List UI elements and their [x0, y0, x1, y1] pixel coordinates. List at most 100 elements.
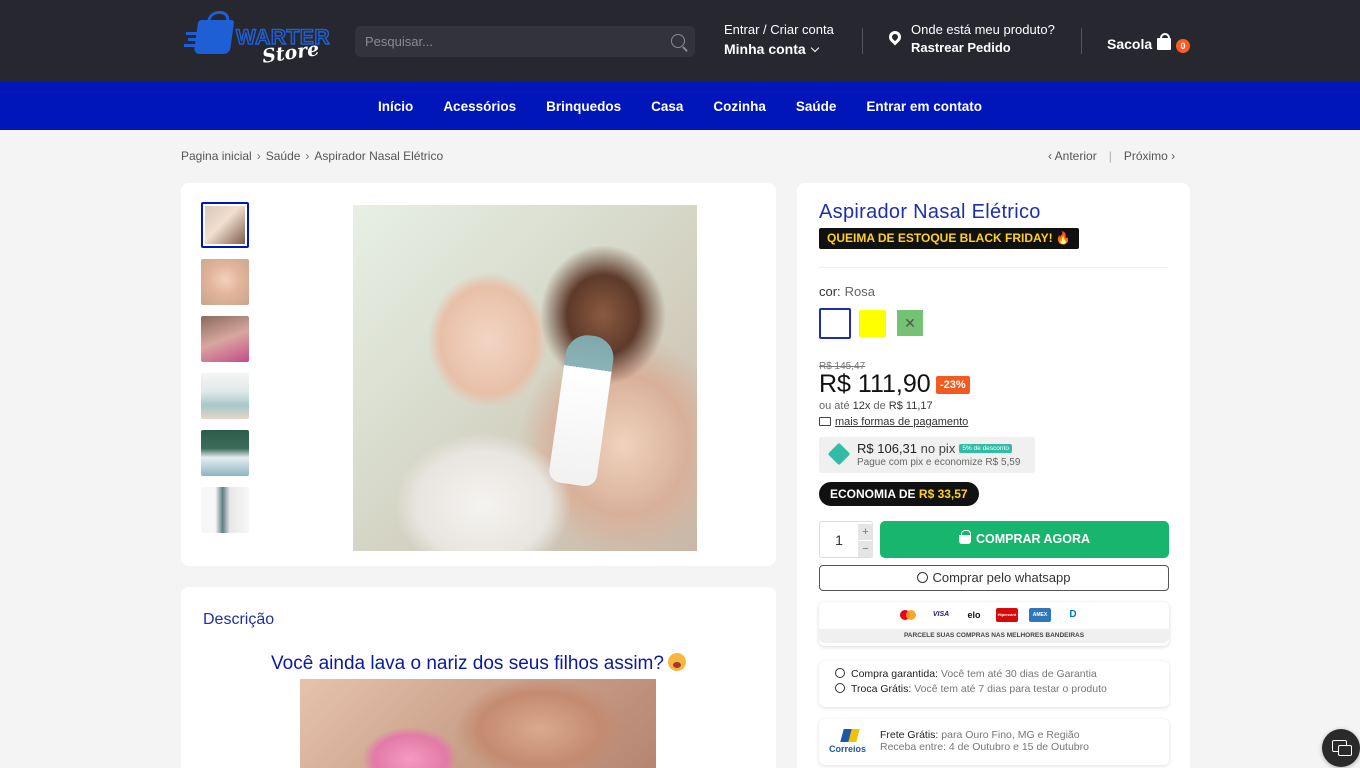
- pix-value: R$ 106,31: [857, 441, 917, 456]
- description-question: Você ainda lava o nariz dos seus filhos …: [181, 653, 776, 675]
- whatsapp-buy-button[interactable]: Comprar pelo whatsapp: [819, 565, 1169, 591]
- nav-item-1[interactable]: Acessórios: [443, 99, 516, 114]
- main-nav: Início Acessórios Brinquedos Casa Cozinha Saú…: [0, 82, 1360, 130]
- thumbnail-2[interactable]: [201, 259, 249, 305]
- more-payment-text: mais formas de pagamento: [835, 416, 969, 428]
- quantity-stepper: 1 + −: [819, 521, 873, 558]
- installments-count: 12x: [852, 400, 871, 412]
- thumbnail-6[interactable]: [201, 487, 249, 533]
- description-heading: Descrição: [203, 611, 275, 628]
- search-icon[interactable]: [671, 34, 685, 48]
- color-swatch-rosa[interactable]: [819, 308, 851, 339]
- shocked-face-icon: [667, 653, 686, 671]
- location-pin-icon: [886, 28, 904, 46]
- breadcrumb-category[interactable]: Saúde: [266, 149, 301, 163]
- breadcrumb-home[interactable]: Pagina inicial: [181, 149, 252, 163]
- nav-item-2[interactable]: Brinquedos: [546, 99, 621, 114]
- divider: [819, 267, 1168, 268]
- shipping-box: Correios Frete Grátis: para Ouro Fino, M…: [819, 719, 1169, 765]
- product-info-panel: Aspirador Nasal Elétrico QUEIMA DE ESTOQ…: [797, 183, 1190, 768]
- more-payment-link[interactable]: mais formas de pagamento: [819, 416, 968, 428]
- nav-item-0[interactable]: Início: [378, 99, 413, 114]
- description-question-text: Você ainda lava o nariz dos seus filhos …: [271, 653, 664, 674]
- prev-product-link[interactable]: ‹ Anterior: [1048, 149, 1097, 163]
- header-divider: [1081, 28, 1082, 54]
- description-image: [300, 679, 656, 768]
- selected-color-value: Rosa: [844, 284, 876, 299]
- top-header: WARTER Store Entrar / Criar conta Minha …: [0, 0, 1360, 82]
- installments-mid: de: [873, 400, 886, 412]
- account-menu[interactable]: Entrar / Criar conta Minha conta: [724, 22, 834, 57]
- account-login-link[interactable]: Entrar / Criar conta: [724, 22, 834, 37]
- economy-badge: ECONOMIA DE R$ 33,57: [819, 482, 979, 506]
- chat-button[interactable]: [1322, 729, 1360, 767]
- product-pager: ‹ Anterior | Próximo ›: [1048, 149, 1175, 163]
- product-main-image[interactable]: [353, 205, 697, 551]
- color-swatch-green-unavailable[interactable]: ✕: [897, 310, 923, 336]
- color-label-text: cor:: [819, 284, 841, 299]
- account-label: Minha conta: [724, 41, 806, 57]
- refresh-icon: [835, 683, 845, 693]
- promo-banner: QUEIMA DE ESTOQUE BLACK FRIDAY! 🔥: [819, 228, 1079, 249]
- installments-prefix: ou até: [819, 400, 850, 412]
- brands-note: PARCELE SUAS COMPRAS NAS MELHORES BANDEI…: [819, 629, 1169, 643]
- current-price: R$ 111,90: [819, 370, 931, 398]
- next-product-link[interactable]: Próximo ›: [1124, 149, 1175, 163]
- nasal-aspirator-device: [547, 332, 617, 488]
- guarantee-title: Compra garantida:: [851, 668, 938, 680]
- shipping-line: Frete Grátis: para Ouro Fino, MG e Regiã…: [880, 729, 1080, 741]
- payment-brands: VISA elo Hipercard AMEX D PARCELE SUAS C…: [819, 602, 1169, 646]
- store-logo[interactable]: WARTER Store: [186, 18, 330, 68]
- economy-label: ECONOMIA DE: [830, 487, 916, 501]
- correios-text: Correios: [829, 744, 867, 754]
- diners-icon: D: [1069, 609, 1077, 620]
- visa-icon: VISA: [932, 611, 950, 618]
- thumbnail-1[interactable]: [201, 202, 249, 248]
- quantity-input[interactable]: 1: [820, 522, 858, 559]
- cart-button[interactable]: Sacola 0: [1107, 33, 1190, 53]
- logo-bag-icon: [193, 20, 235, 54]
- product-title: Aspirador Nasal Elétrico: [819, 201, 1041, 223]
- nav-item-6[interactable]: Entrar em contato: [866, 99, 982, 114]
- buy-now-label: COMPRAR AGORA: [975, 532, 1091, 546]
- economy-value: R$ 33,57: [918, 487, 968, 501]
- thumbnail-5[interactable]: [201, 430, 249, 476]
- installments-text: ou até 12x de R$ 11,17: [819, 400, 933, 412]
- track-label: Rastrear Pedido: [911, 40, 1011, 55]
- mastercard-icon: [897, 608, 919, 622]
- color-swatch-yellow[interactable]: [859, 310, 886, 337]
- installments-value: R$ 11,17: [888, 400, 933, 412]
- quantity-increase-button[interactable]: +: [858, 524, 873, 540]
- exchange-text: Você tem até 7 dias para testar o produt…: [914, 683, 1107, 695]
- cart-label: Sacola: [1107, 36, 1153, 52]
- guarantee-text: Você tem até 30 dias de Garantia: [940, 668, 1097, 680]
- cart-count-badge: 0: [1176, 39, 1190, 53]
- shopping-bag-icon: [1157, 33, 1171, 50]
- nav-item-3[interactable]: Casa: [651, 99, 683, 114]
- quantity-decrease-button[interactable]: −: [858, 541, 873, 557]
- chevron-down-icon: [810, 43, 819, 53]
- buy-now-button[interactable]: COMPRAR AGORA: [880, 521, 1169, 558]
- correios-mark-icon: [840, 729, 860, 742]
- account-dropdown[interactable]: Minha conta: [724, 41, 834, 57]
- exchange-title: Troca Grátis:: [851, 683, 912, 695]
- product-gallery: [181, 183, 776, 566]
- credit-card-icon: [819, 417, 831, 426]
- hipercard-icon: Hipercard: [996, 608, 1018, 622]
- elo-icon: elo: [967, 610, 981, 620]
- amex-icon: AMEX: [1029, 608, 1051, 622]
- pix-suffix: no pix: [920, 441, 956, 456]
- pix-discount-tag: 5% de desconto: [959, 444, 1012, 453]
- whatsapp-icon: [917, 572, 929, 583]
- color-label: cor: Rosa: [819, 284, 875, 299]
- shipping-dates: Receba entre: 4 de Outubro e 15 de Outub…: [880, 741, 1089, 753]
- description-section: Descrição Você ainda lava o nariz dos se…: [181, 587, 776, 768]
- correios-logo: Correios: [829, 729, 873, 759]
- nav-item-4[interactable]: Cozinha: [713, 99, 766, 114]
- thumbnail-3[interactable]: [201, 316, 249, 362]
- search-input[interactable]: [355, 26, 655, 57]
- pix-price-box: R$ 106,31 no pix 5% de desconto Pague com…: [819, 437, 1035, 473]
- nav-item-5[interactable]: Saúde: [796, 99, 837, 114]
- breadcrumb-sep: ›: [305, 149, 310, 163]
- thumbnail-4[interactable]: [201, 373, 249, 419]
